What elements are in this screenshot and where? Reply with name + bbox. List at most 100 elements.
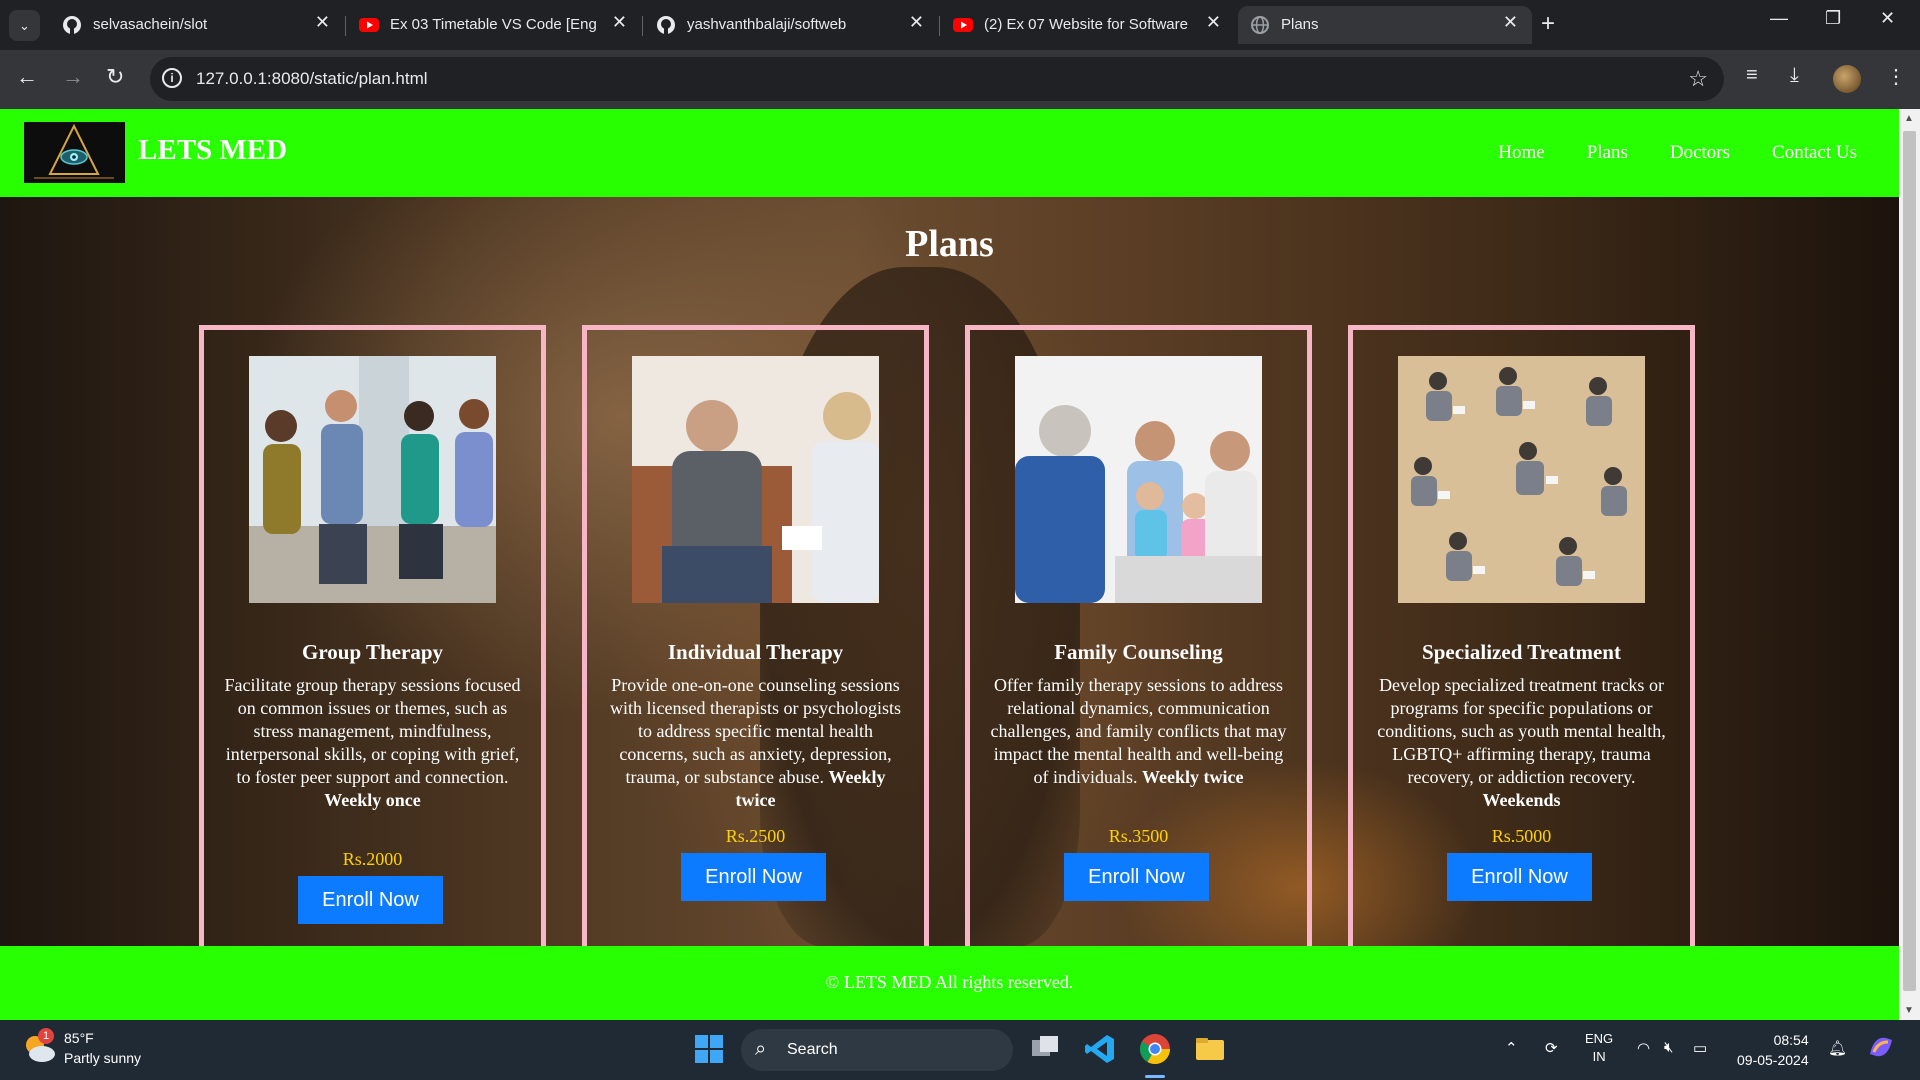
tab-title: selvasachein/slot xyxy=(93,16,208,33)
plan-frequency: Weekly once xyxy=(324,790,421,810)
taskbar-search-label: Search xyxy=(787,1041,838,1058)
profile-avatar[interactable] xyxy=(1833,65,1861,93)
plan-card-individual-therapy: Individual Therapy Provide one-on-one co… xyxy=(582,325,929,946)
battery-icon[interactable]: ▭ xyxy=(1693,1039,1707,1057)
tab-plans[interactable]: Plans ✕ xyxy=(1238,6,1532,44)
minimize-icon[interactable]: — xyxy=(1770,8,1788,29)
nav-home[interactable]: Home xyxy=(1498,142,1544,164)
address-bar[interactable]: i 127.0.0.1:8080/static/plan.html ☆ xyxy=(150,57,1724,101)
enroll-button[interactable]: Enroll Now xyxy=(298,876,443,924)
site-brand[interactable]: LETS MED xyxy=(138,134,287,167)
scroll-down-icon[interactable]: ▼ xyxy=(1904,1005,1914,1016)
weather-description[interactable]: Partly sunny xyxy=(64,1050,141,1066)
url-text[interactable]: 127.0.0.1:8080/static/plan.html xyxy=(196,69,428,89)
tab-github-slot[interactable]: selvasachein/slot ✕ xyxy=(50,6,346,44)
close-tab-icon[interactable]: ✕ xyxy=(1206,12,1221,33)
site-header: LETS MED Home Plans Doctors Contact Us xyxy=(0,109,1899,197)
plan-description-text: Facilitate group therapy sessions focuse… xyxy=(224,675,521,787)
menu-kebab-icon[interactable]: ⋮ xyxy=(1886,64,1906,89)
tab-title: (2) Ex 07 Website for Software Company xyxy=(984,16,1190,33)
download-icon[interactable]: ⤓ xyxy=(1790,64,1799,87)
enroll-button[interactable]: Enroll Now xyxy=(1447,853,1592,901)
enroll-button[interactable]: Enroll Now xyxy=(1064,853,1209,901)
individual-therapy-photo xyxy=(632,356,879,603)
sync-icon[interactable]: ⟳ xyxy=(1545,1039,1558,1057)
copilot-icon[interactable] xyxy=(1866,1032,1896,1062)
scroll-up-icon[interactable]: ▲ xyxy=(1904,113,1914,124)
copyright-text: © LETS MED All rights reserved. xyxy=(825,972,1074,992)
clock-time: 08:54 xyxy=(1773,1032,1809,1048)
main-nav: Home Plans Doctors Contact Us xyxy=(1498,142,1857,164)
weather-temperature[interactable]: 85°F xyxy=(64,1030,94,1046)
bookmark-star-icon[interactable]: ☆ xyxy=(1688,66,1708,92)
tab-search-button[interactable]: ⌄ xyxy=(9,10,40,41)
scrollbar-thumb[interactable] xyxy=(1903,131,1916,991)
windows-taskbar: 1 85°F Partly sunny ⌕ Search ⌃ ⟳ ENG IN … xyxy=(0,1020,1920,1080)
tab-strip: ⌄ selvasachein/slot ✕ Ex 03 Timetable VS… xyxy=(0,0,1920,50)
new-tab-icon[interactable]: + xyxy=(1541,10,1555,38)
nav-plans[interactable]: Plans xyxy=(1587,142,1628,164)
region-code: IN xyxy=(1592,1049,1606,1064)
family-counseling-photo xyxy=(1015,356,1262,603)
plan-card-family-counseling: Family Counseling Offer family therapy s… xyxy=(965,325,1312,946)
chrome-icon[interactable] xyxy=(1138,1032,1172,1066)
close-tab-icon[interactable]: ✕ xyxy=(612,12,627,33)
site-logo[interactable] xyxy=(24,122,125,183)
active-app-indicator xyxy=(1145,1075,1165,1078)
plan-description: Facilitate group therapy sessions focuse… xyxy=(224,674,521,812)
close-window-icon[interactable]: ✕ xyxy=(1880,8,1895,29)
nav-contact-us[interactable]: Contact Us xyxy=(1772,142,1857,164)
page-scrollbar[interactable]: ▲ ▼ xyxy=(1899,109,1920,1020)
wifi-icon[interactable]: ◠ xyxy=(1637,1039,1650,1057)
chevron-up-icon[interactable]: ⌃ xyxy=(1505,1039,1518,1057)
vscode-icon[interactable] xyxy=(1083,1032,1117,1066)
notification-bell-icon[interactable]: 🔔︎ xyxy=(1828,1039,1847,1057)
taskbar-search[interactable]: ⌕ Search xyxy=(741,1029,1013,1071)
github-icon xyxy=(657,16,675,34)
plan-card-group-therapy: Group Therapy Facilitate group therapy s… xyxy=(199,325,546,946)
media-control-icon[interactable]: ≡ xyxy=(1746,64,1758,87)
github-icon xyxy=(63,16,81,34)
tab-youtube-website[interactable]: (2) Ex 07 Website for Software Company ✕ xyxy=(941,6,1235,44)
clock-date: 09-05-2024 xyxy=(1737,1052,1809,1068)
plan-title: Group Therapy xyxy=(301,640,443,664)
globe-icon xyxy=(1251,16,1269,34)
page-viewport: LETS MED Home Plans Doctors Contact Us P… xyxy=(0,109,1899,1020)
tab-divider xyxy=(345,16,346,36)
enroll-button[interactable]: Enroll Now xyxy=(681,853,826,901)
close-tab-icon[interactable]: ✕ xyxy=(909,12,924,33)
plan-price: Rs.5000 xyxy=(1491,826,1552,846)
system-clock[interactable]: 08:54 09-05-2024 xyxy=(1737,1030,1809,1070)
youtube-icon xyxy=(359,18,379,32)
tab-title: Ex 03 Timetable VS Code [English] xyxy=(390,16,596,33)
close-tab-icon[interactable]: ✕ xyxy=(315,12,330,33)
language-indicator[interactable]: ENG IN xyxy=(1585,1030,1613,1066)
site-info-icon[interactable]: i xyxy=(162,68,182,88)
tab-github-softweb[interactable]: yashvanthbalaji/softweb ✕ xyxy=(644,6,940,44)
weather-alert-badge: 1 xyxy=(38,1028,54,1044)
site-footer: © LETS MED All rights reserved. xyxy=(0,946,1899,1020)
back-arrow-icon[interactable]: ← xyxy=(16,64,38,90)
search-icon: ⌕ xyxy=(755,1038,767,1060)
tab-youtube-timetable[interactable]: Ex 03 Timetable VS Code [English] ✕ xyxy=(347,6,643,44)
forward-arrow-icon[interactable]: → xyxy=(62,64,84,90)
page-title: Plans xyxy=(905,223,994,265)
task-view-icon[interactable] xyxy=(1028,1032,1062,1066)
plan-description: Offer family therapy sessions to address… xyxy=(990,674,1287,789)
plan-card-specialized-treatment: Specialized Treatment Develop specialize… xyxy=(1348,325,1695,946)
file-explorer-icon[interactable] xyxy=(1193,1032,1227,1066)
plan-price: Rs.2500 xyxy=(725,826,786,846)
browser-toolbar: ← → ↻ i 127.0.0.1:8080/static/plan.html … xyxy=(0,50,1920,109)
plans-section: Plans Group Therapy Facilitate group the… xyxy=(0,197,1899,947)
nav-doctors[interactable]: Doctors xyxy=(1670,142,1730,164)
speaker-muted-icon[interactable]: 🔇︎ xyxy=(1664,1039,1673,1056)
close-tab-icon[interactable]: ✕ xyxy=(1503,12,1518,33)
tab-divider xyxy=(642,16,643,36)
restore-icon[interactable]: ❐ xyxy=(1825,8,1841,29)
windows-start-icon[interactable] xyxy=(692,1032,726,1066)
plan-description: Develop specialized treatment tracks or … xyxy=(1373,674,1670,812)
plan-price: Rs.3500 xyxy=(1108,826,1169,846)
reload-icon[interactable]: ↻ xyxy=(106,64,124,90)
tab-divider xyxy=(939,16,940,36)
tab-title: yashvanthbalaji/softweb xyxy=(687,16,847,33)
